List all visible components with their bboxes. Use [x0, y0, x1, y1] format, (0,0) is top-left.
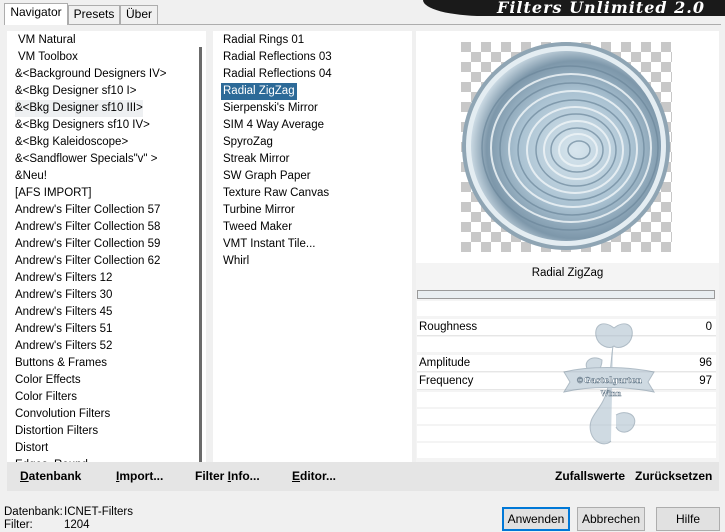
- filter-item[interactable]: SIM 4 Way Average: [223, 117, 324, 134]
- param-value[interactable]: 0: [706, 319, 712, 336]
- category-list[interactable]: VM Natural VM Toolbox &<Background Designe…: [7, 31, 206, 463]
- import-button-label: mport...: [119, 469, 164, 483]
- category-item[interactable]: Color Effects: [15, 372, 81, 389]
- category-item[interactable]: Distort: [15, 440, 48, 457]
- filter-item[interactable]: Radial Reflections 03: [223, 49, 332, 66]
- tab-about[interactable]: Über: [120, 5, 158, 24]
- watermark-logo: ©Gastelgarten Winn: [562, 323, 656, 445]
- category-item[interactable]: Andrew's Filters 51: [15, 321, 112, 338]
- category-item[interactable]: &<Background Designers IV>: [15, 66, 167, 83]
- category-item[interactable]: Andrew's Filters 30: [15, 287, 112, 304]
- category-item[interactable]: Andrew's Filters 45: [15, 304, 112, 321]
- filter-item[interactable]: Streak Mirror: [223, 151, 289, 168]
- database-button[interactable]: Datenbank: [20, 462, 81, 491]
- category-item[interactable]: Andrew's Filters 12: [15, 270, 112, 287]
- bottom-toolbar: Datenbank Import... Filter Info... Edito…: [7, 462, 719, 491]
- preview-image[interactable]: [461, 42, 672, 252]
- category-item[interactable]: &<Bkg Designers sf10 IV>: [15, 117, 150, 134]
- filter-item[interactable]: SpyroZag: [223, 134, 273, 151]
- category-item[interactable]: Buttons & Frames: [15, 355, 107, 372]
- category-item[interactable]: Distortion Filters: [15, 423, 98, 440]
- filter-info-button-label: nfo...: [231, 469, 260, 483]
- category-item[interactable]: Andrew's Filters 52: [15, 338, 112, 355]
- filter-item[interactable]: Turbine Mirror: [223, 202, 295, 219]
- title-banner: Filters Unlimited 2.0: [423, 0, 725, 17]
- status-database-value: ICNET-Filters: [64, 506, 133, 518]
- category-item[interactable]: VM Natural: [18, 32, 76, 49]
- import-button[interactable]: Import...: [116, 462, 163, 491]
- status-filter-value: 1204: [64, 519, 90, 531]
- preview-filter-name: Radial ZigZag: [531, 267, 604, 279]
- category-item[interactable]: &<Bkg Kaleidoscope>: [15, 134, 128, 151]
- random-values-button[interactable]: Zufallswerte: [555, 462, 625, 491]
- category-item[interactable]: Andrew's Filter Collection 62: [15, 253, 160, 270]
- category-item[interactable]: Andrew's Filter Collection 58: [15, 219, 160, 236]
- category-item[interactable]: Convolution Filters: [15, 406, 110, 423]
- editor-button-mnemonic: E: [292, 469, 301, 483]
- category-item[interactable]: &<Sandflower Specials"v" >: [15, 151, 157, 168]
- filter-item[interactable]: VMT Instant Tile...: [223, 236, 315, 253]
- category-item[interactable]: Color Filters: [15, 389, 77, 406]
- category-item[interactable]: Andrew's Filter Collection 59: [15, 236, 160, 253]
- category-item[interactable]: Andrew's Filter Collection 57: [15, 202, 160, 219]
- help-button[interactable]: Hilfe: [656, 507, 720, 531]
- filter-item[interactable]: Radial Reflections 04: [223, 66, 332, 83]
- param-value[interactable]: 97: [699, 373, 712, 390]
- preview-progress-bar: [417, 290, 715, 299]
- category-item[interactable]: &<Bkg Designer sf10 III>: [15, 100, 143, 117]
- filter-item[interactable]: Tweed Maker: [223, 219, 292, 236]
- filter-item[interactable]: Texture Raw Canvas: [223, 185, 329, 202]
- cancel-button[interactable]: Abbrechen: [577, 507, 645, 531]
- filter-info-button[interactable]: Filter Info...: [195, 462, 260, 491]
- filter-item[interactable]: Radial Rings 01: [223, 32, 304, 49]
- filter-item-selected[interactable]: Radial ZigZag: [221, 83, 297, 100]
- filter-item[interactable]: SW Graph Paper: [223, 168, 311, 185]
- apply-button[interactable]: Anwenden: [502, 507, 570, 531]
- filter-item[interactable]: Sierpenski's Mirror: [223, 100, 318, 117]
- category-item[interactable]: &Neu!: [15, 168, 47, 185]
- param-name: Frequency: [419, 375, 474, 387]
- category-scrollbar-thumb[interactable]: [199, 47, 202, 462]
- editor-button-label: ditor...: [300, 469, 337, 483]
- editor-button[interactable]: Editor...: [292, 462, 336, 491]
- watermark-line1: ©Gastelgarten: [576, 375, 642, 385]
- status-database-label: Datenbank:: [4, 506, 63, 518]
- tab-navigator[interactable]: Navigator: [4, 3, 68, 25]
- database-button-label: atenbank: [28, 469, 82, 483]
- status-filter-count: Filter: 1204: [4, 519, 90, 532]
- filter-list[interactable]: Radial Rings 01 Radial Reflections 03 Radi…: [213, 31, 412, 463]
- watermark-line2: Winn: [600, 389, 622, 398]
- category-item[interactable]: VM Toolbox: [18, 49, 78, 66]
- param-value[interactable]: 96: [699, 355, 712, 372]
- reset-button[interactable]: Zurücksetzen: [635, 462, 712, 491]
- param-name: Roughness: [419, 321, 478, 333]
- category-item[interactable]: [AFS IMPORT]: [15, 185, 91, 202]
- category-item[interactable]: &<Bkg Designer sf10 I>: [15, 83, 136, 100]
- filter-info-button-prefix: Filter: [195, 469, 228, 483]
- tab-divider: [4, 24, 721, 25]
- banner-title: Filters Unlimited 2.0: [496, 0, 705, 17]
- tab-presets[interactable]: Presets: [68, 5, 120, 24]
- category-scrollbar[interactable]: [196, 31, 206, 463]
- status-filter-label: Filter:: [4, 519, 33, 531]
- param-row-empty: [417, 301, 716, 316]
- param-name: Amplitude: [419, 357, 471, 369]
- filter-item[interactable]: Whirl: [223, 253, 249, 270]
- database-button-mnemonic: D: [20, 469, 29, 483]
- status-database: Datenbank:ICNET-Filters: [4, 506, 133, 519]
